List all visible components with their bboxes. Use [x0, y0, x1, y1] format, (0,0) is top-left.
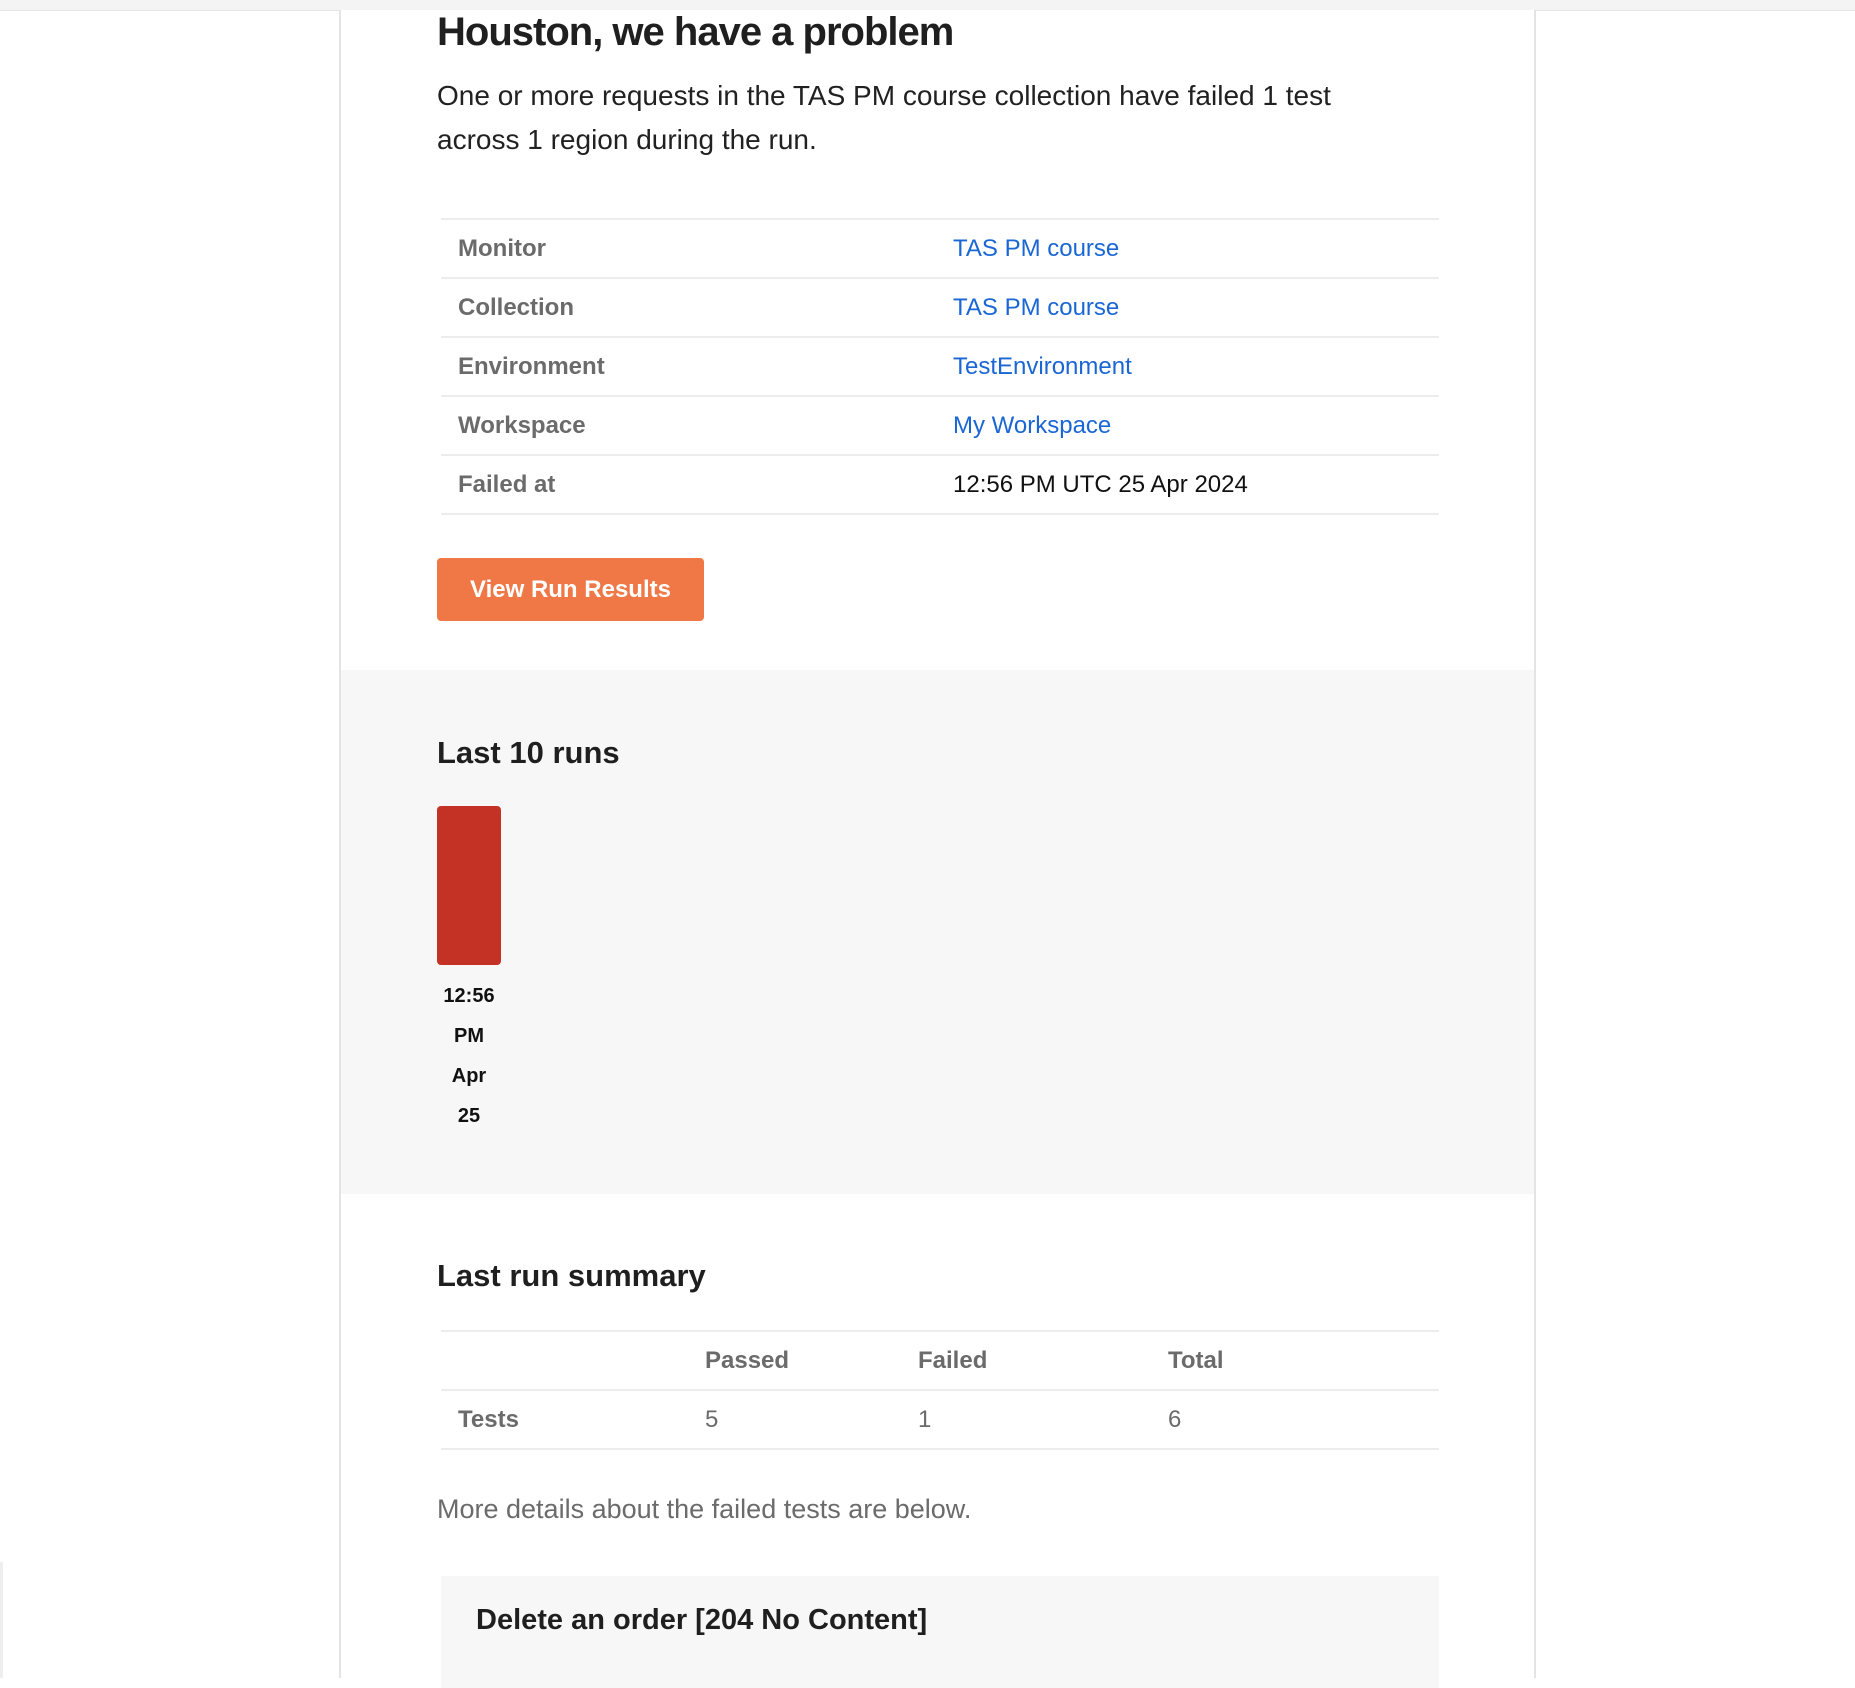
collection-link[interactable]: TAS PM course: [953, 294, 1119, 321]
summary-table: Passed Failed Total Tests 5 1 6: [441, 1330, 1439, 1450]
run-ampm: PM: [454, 1025, 484, 1047]
details-value: TAS PM course: [936, 218, 1439, 278]
summary-col-header: [441, 1330, 688, 1390]
summary-row-tests: Tests 5 1 6: [441, 1389, 1439, 1450]
details-row-workspace: Workspace My Workspace: [441, 395, 1439, 455]
details-value: My Workspace: [936, 395, 1439, 455]
alert-section: Houston, we have a problem One or more r…: [341, 10, 1534, 670]
run-day: 25: [457, 1105, 481, 1127]
run-time: 12:56: [443, 985, 495, 1007]
monitor-link[interactable]: TAS PM course: [953, 235, 1119, 262]
run-status-bar[interactable]: [437, 806, 501, 965]
more-details-note: More details about the failed tests are …: [437, 1494, 972, 1524]
summary-failed-value: 1: [901, 1389, 1151, 1450]
summary-total-value: 6: [1151, 1389, 1439, 1450]
details-value: TAS PM course: [936, 277, 1439, 337]
workspace-link[interactable]: My Workspace: [953, 412, 1111, 439]
details-label: Monitor: [441, 218, 936, 278]
last-runs-section: Last 10 runs 12:56 PM Apr 25: [341, 670, 1534, 1194]
details-label: Workspace: [441, 395, 936, 455]
summary-passed-value: 5: [688, 1389, 901, 1450]
run-month: Apr: [451, 1065, 487, 1087]
run-timestamp: 12:56 PM Apr 25: [437, 976, 501, 1136]
environment-link[interactable]: TestEnvironment: [953, 353, 1132, 380]
summary-header-row: Passed Failed Total: [441, 1330, 1439, 1390]
failed-at-value: 12:56 PM UTC 25 Apr 2024: [953, 470, 1248, 498]
email-card: Houston, we have a problem One or more r…: [339, 10, 1536, 1688]
failed-test-title: Delete an order [204 No Content]: [476, 1604, 928, 1636]
view-run-results-button[interactable]: View Run Results: [437, 558, 704, 621]
summary-col-header: Failed: [901, 1330, 1151, 1390]
summary-title: Last run summary: [437, 1258, 706, 1293]
summary-col-header: Total: [1151, 1330, 1439, 1390]
details-row-environment: Environment TestEnvironment: [441, 336, 1439, 396]
left-edge: [0, 1562, 3, 1678]
summary-col-header: Passed: [688, 1330, 901, 1390]
details-value: TestEnvironment: [936, 336, 1439, 396]
details-row-failed-at: Failed at 12:56 PM UTC 25 Apr 2024: [441, 454, 1439, 515]
details-row-collection: Collection TAS PM course: [441, 277, 1439, 337]
details-label: Failed at: [441, 454, 936, 515]
last-runs-title: Last 10 runs: [437, 735, 620, 770]
summary-row-label: Tests: [441, 1389, 688, 1450]
alert-intro: One or more requests in the TAS PM cours…: [437, 80, 1331, 155]
details-label: Collection: [441, 277, 936, 337]
details-row-monitor: Monitor TAS PM course: [441, 218, 1439, 278]
details-value: 12:56 PM UTC 25 Apr 2024: [936, 454, 1439, 515]
alert-headline: Houston, we have a problem: [437, 10, 954, 54]
details-label: Environment: [441, 336, 936, 396]
details-table: Monitor TAS PM course Collection TAS PM …: [441, 218, 1439, 515]
failed-test-card: Delete an order [204 No Content]: [441, 1576, 1439, 1688]
